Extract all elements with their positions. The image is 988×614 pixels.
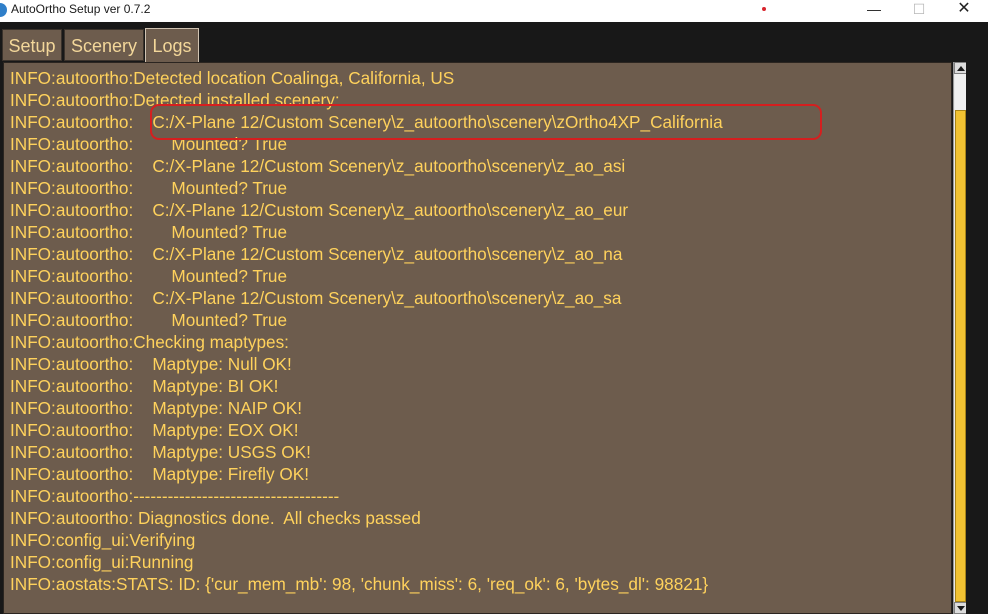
close-button[interactable]: ✕ — [941, 0, 987, 18]
log-line: INFO:autoortho: C:/X-Plane 12/Custom Sce… — [10, 288, 622, 308]
log-line: INFO:autoortho:Detected location Coaling… — [10, 68, 455, 88]
title-bar[interactable]: AutoOrtho Setup ver 0.7.2 — ☐ ✕ — [0, 0, 988, 22]
tab-logs[interactable]: Logs — [145, 28, 199, 62]
log-line: INFO:autoortho: Maptype: Firefly OK! — [10, 464, 309, 484]
arrow-up-icon — [957, 66, 965, 71]
log-line: INFO:autoortho: C:/X-Plane 12/Custom Sce… — [10, 156, 626, 176]
recording-indicator-icon — [762, 7, 766, 11]
main-window: Setup Scenery Logs INFO:autoortho:Detect… — [0, 22, 988, 614]
scroll-thumb[interactable] — [955, 110, 966, 602]
log-output[interactable]: INFO:autoortho:Detected location Coaling… — [3, 62, 952, 614]
tab-setup[interactable]: Setup — [2, 29, 62, 61]
log-line: INFO:autoortho: Mounted? True — [10, 310, 288, 330]
maximize-button[interactable]: ☐ — [896, 0, 942, 18]
tab-scenery[interactable]: Scenery — [64, 29, 144, 61]
log-line: INFO:autoortho: Diagnostics done. All ch… — [10, 508, 421, 528]
log-line: INFO:config_ui:Verifying — [10, 530, 196, 550]
minimize-button[interactable]: — — [851, 0, 897, 18]
window-title: AutoOrtho Setup ver 0.7.2 — [11, 2, 151, 16]
log-line: INFO:autoortho: Mounted? True — [10, 222, 288, 242]
window-border — [966, 62, 988, 614]
log-line: INFO:autoortho: Maptype: USGS OK! — [10, 442, 311, 462]
log-line: INFO:autoortho: C:/X-Plane 12/Custom Sce… — [10, 200, 629, 220]
log-line: INFO:autoortho: Maptype: NAIP OK! — [10, 398, 302, 418]
log-line: INFO:autoortho: Maptype: EOX OK! — [10, 420, 299, 440]
log-line: INFO:autoortho:Detected installed scener… — [10, 90, 340, 110]
arrow-down-icon — [957, 606, 965, 611]
log-line: INFO:autoortho:Checking maptypes: — [10, 332, 289, 352]
log-line: INFO:autoortho: Mounted? True — [10, 266, 288, 286]
log-line: INFO:config_ui:Running — [10, 552, 194, 572]
log-line: INFO:autoortho: C:/X-Plane 12/Custom Sce… — [10, 244, 623, 264]
log-line: INFO:autoortho: Mounted? True — [10, 134, 288, 154]
scroll-track[interactable] — [955, 74, 966, 110]
log-line: INFO:autoortho: Maptype: Null OK! — [10, 354, 292, 374]
log-scrollbar[interactable] — [953, 62, 967, 614]
log-line: INFO:autoortho: Mounted? True — [10, 178, 288, 198]
log-line: INFO:autoortho: Maptype: BI OK! — [10, 376, 279, 396]
tab-bar: Setup Scenery Logs — [0, 22, 988, 62]
log-line: INFO:aostats:STATS: ID: {'cur_mem_mb': 9… — [10, 574, 709, 594]
log-lines: INFO:autoortho:Detected location Coaling… — [10, 67, 951, 595]
autoortho-app-icon — [0, 3, 7, 17]
log-line: INFO:autoortho:-------------------------… — [10, 486, 340, 506]
log-line: INFO:autoortho: C:/X-Plane 12/Custom Sce… — [10, 112, 723, 132]
